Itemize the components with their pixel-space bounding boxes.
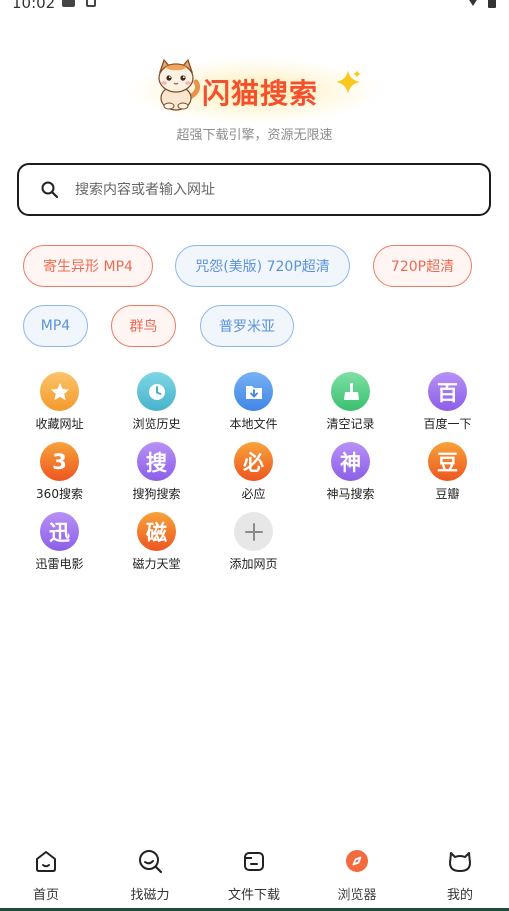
cat-mascot-icon bbox=[158, 58, 201, 111]
home-icon bbox=[36, 851, 56, 872]
hot-tag[interactable]: MP4 bbox=[23, 305, 88, 347]
hot-tag[interactable]: 咒怨(美版) 720P超清 bbox=[175, 245, 350, 287]
nav-browser[interactable]: 浏览器 bbox=[306, 842, 408, 908]
shortcut-360[interactable]: 3 360搜索 bbox=[11, 442, 108, 506]
shortcut-label: 必应 bbox=[241, 487, 266, 501]
shortcut-label: 磁力天堂 bbox=[132, 557, 181, 571]
shortcut-label: 神马搜索 bbox=[326, 487, 375, 501]
cat-profile-icon bbox=[449, 852, 471, 872]
compass-icon bbox=[346, 850, 368, 872]
nav-label: 找磁力 bbox=[130, 888, 170, 903]
status-bar: 10:02 bbox=[0, 0, 509, 14]
wifi-icon bbox=[466, 0, 480, 6]
shortcut-shenma[interactable]: 神 神马搜索 bbox=[302, 442, 399, 506]
shortcut-label: 360搜索 bbox=[36, 487, 83, 501]
shortcut-cilitiantang[interactable]: 磁 磁力天堂 bbox=[108, 512, 205, 576]
shortcut-label: 本地文件 bbox=[229, 417, 278, 431]
magnet-search-icon bbox=[139, 850, 163, 874]
nav-home[interactable]: 首页 bbox=[0, 842, 97, 908]
file-download-icon bbox=[244, 852, 264, 871]
nav-magnet-search[interactable]: 找磁力 bbox=[99, 842, 201, 908]
cilitiantang-icon: 磁 bbox=[137, 512, 176, 551]
nav-label: 浏览器 bbox=[337, 888, 377, 903]
hot-tag[interactable]: 寄生异形 MP4 bbox=[23, 245, 153, 287]
shortcut-douban[interactable]: 豆 豆瓣 bbox=[399, 442, 496, 506]
shortcut-bing[interactable]: 必 必应 bbox=[205, 442, 302, 506]
nav-profile[interactable]: 我的 bbox=[409, 842, 509, 908]
star-icon bbox=[40, 372, 79, 411]
baidu-icon: 百 bbox=[428, 372, 467, 411]
brand-name: 闪猫搜索 bbox=[202, 77, 319, 110]
shortcut-xunlei[interactable]: 迅 迅雷电影 bbox=[11, 512, 108, 576]
battery-icon bbox=[488, 0, 496, 8]
nav-label: 首页 bbox=[32, 888, 59, 903]
brand-logo: 闪猫搜索 bbox=[0, 52, 509, 124]
nav-label: 文件下载 bbox=[227, 888, 280, 903]
search-box[interactable] bbox=[17, 163, 491, 216]
slogan: 超强下载引擎，资源无限速 bbox=[176, 128, 333, 143]
notification-icon bbox=[86, 0, 96, 7]
notification-icon bbox=[62, 0, 75, 7]
shortcut-label: 收藏网址 bbox=[35, 417, 84, 431]
nav-label: 我的 bbox=[446, 888, 473, 903]
clock-icon bbox=[137, 372, 176, 411]
sparkle-icon bbox=[336, 70, 361, 94]
bing-icon: 必 bbox=[234, 442, 273, 481]
shortcut-label: 浏览历史 bbox=[132, 417, 181, 431]
broom-icon bbox=[331, 372, 370, 411]
search-input[interactable] bbox=[75, 181, 455, 198]
hot-tag[interactable]: 群鸟 bbox=[111, 305, 176, 347]
shortcut-label: 清空记录 bbox=[326, 417, 375, 431]
shortcut-label: 豆瓣 bbox=[435, 487, 460, 501]
status-time: 10:02 bbox=[12, 0, 56, 12]
360-icon: 3 bbox=[40, 442, 79, 481]
douban-icon: 豆 bbox=[428, 442, 467, 481]
shortcut-favorites[interactable]: 收藏网址 bbox=[11, 372, 108, 436]
nav-file-download[interactable]: 文件下载 bbox=[203, 842, 305, 908]
bottom-nav: 首页 找磁力 文件下载 浏览器 我的 bbox=[0, 842, 509, 911]
shenma-icon: 神 bbox=[331, 442, 370, 481]
shortcut-clear-history[interactable]: 清空记录 bbox=[302, 372, 399, 436]
shortcut-label: 搜狗搜索 bbox=[132, 487, 181, 501]
shortcut-label: 添加网页 bbox=[229, 557, 278, 571]
shortcut-label: 迅雷电影 bbox=[35, 557, 84, 571]
shortcut-label: 百度一下 bbox=[423, 417, 472, 431]
shortcut-add-page[interactable]: 添加网页 bbox=[205, 512, 302, 576]
hot-tag[interactable]: 普罗米亚 bbox=[200, 305, 294, 347]
plus-icon bbox=[234, 512, 273, 551]
shortcut-local-files[interactable]: 本地文件 bbox=[205, 372, 302, 436]
sogou-icon: 搜 bbox=[137, 442, 176, 481]
shortcut-history[interactable]: 浏览历史 bbox=[108, 372, 205, 436]
shortcut-sogou[interactable]: 搜 搜狗搜索 bbox=[108, 442, 205, 506]
shortcut-baidu[interactable]: 百 百度一下 bbox=[399, 372, 496, 436]
xunlei-icon: 迅 bbox=[40, 512, 79, 551]
search-icon bbox=[41, 181, 59, 198]
folder-download-icon bbox=[234, 372, 273, 411]
hot-tag[interactable]: 720P超清 bbox=[373, 245, 472, 287]
